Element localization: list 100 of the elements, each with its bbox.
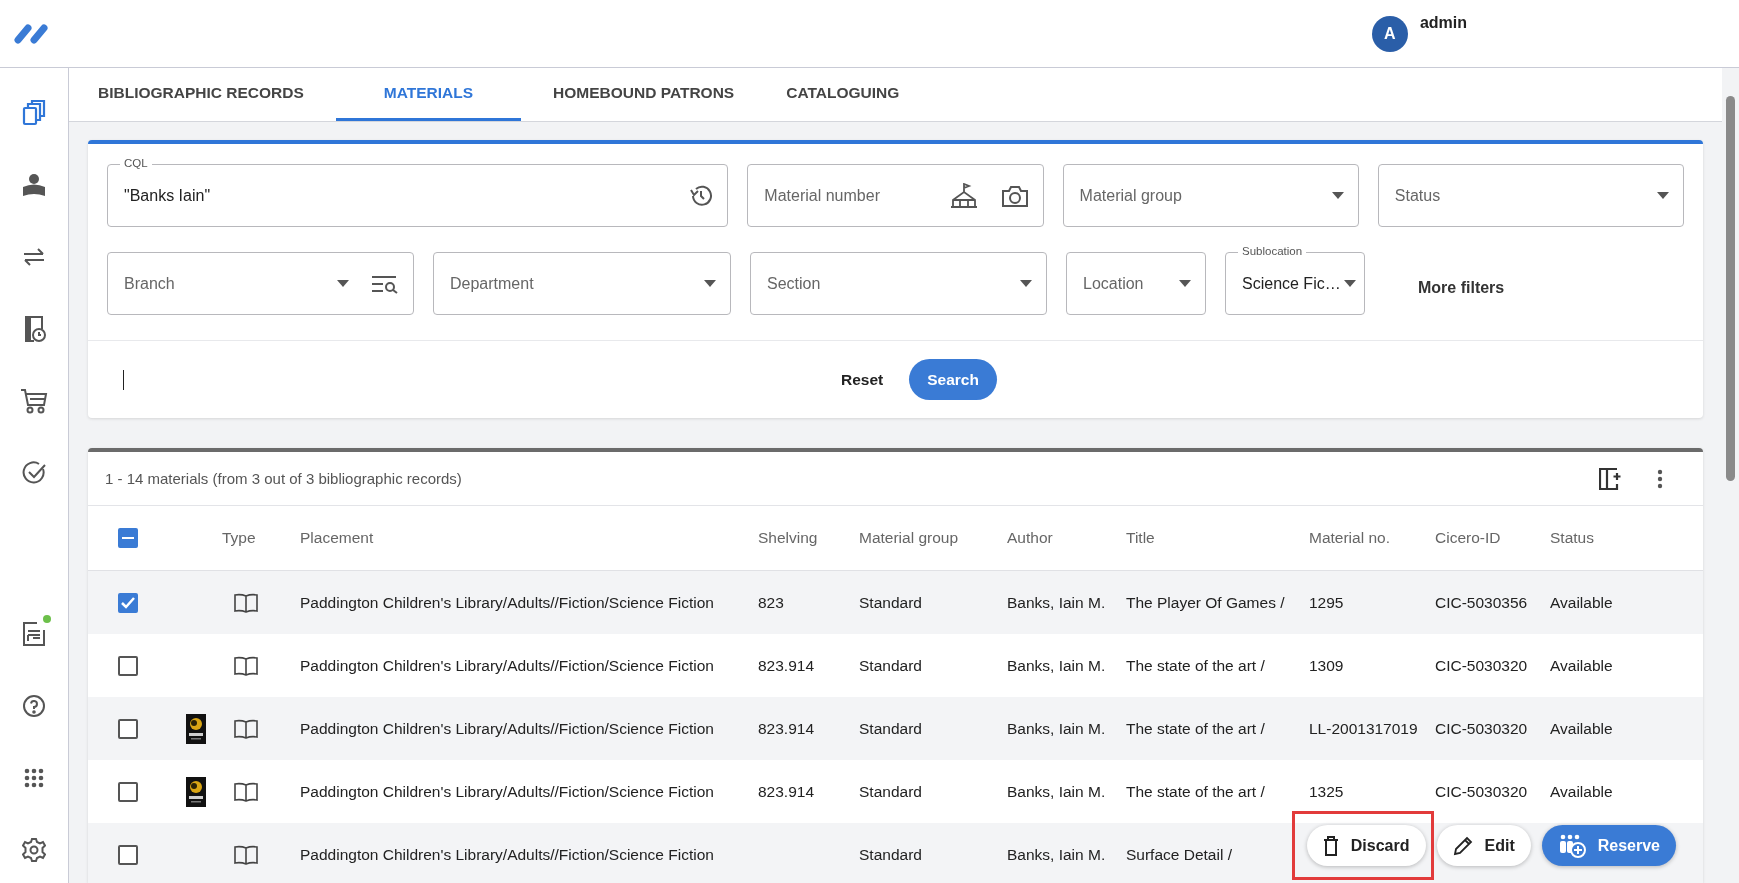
filter-search-icon[interactable] [371, 273, 399, 294]
results-summary: 1 - 14 materials (from 3 out of 3 bibliographic records) [105, 470, 462, 487]
table-cell: 823.914 [758, 719, 815, 737]
column-header[interactable]: Material no. [1309, 529, 1435, 547]
user-name[interactable]: admin [1419, 13, 1467, 32]
help-icon [22, 694, 46, 718]
tab[interactable]: CATALOGUING [766, 68, 920, 121]
table-row[interactable]: Paddington Children's Library/Adults//Fiction/Science Fiction 823 Standard Banks, Iain M. The Player Of Games / 1295 CIC-5030356 Available [88, 571, 1703, 634]
discard-button[interactable]: Discard [1306, 825, 1426, 866]
pencil-icon [1452, 835, 1473, 856]
field-placeholder: Material group [1079, 186, 1182, 205]
table-cell: Paddington Children's Library/Adults//Fiction/Science Fiction [300, 593, 714, 611]
tab[interactable]: MATERIALS [335, 68, 522, 121]
table-row[interactable]: Paddington Children's Library/Adults//Fiction/Science Fiction 823.914 Standard Banks, Iain M. The state of the art / 1325 CIC-5030320 Available [88, 760, 1703, 823]
table-cell: The state of the art / [1126, 719, 1265, 737]
table-cell: CIC-5030356 [1435, 593, 1528, 611]
dropdown-caret-icon [337, 280, 349, 287]
book-icon [234, 592, 258, 613]
row-checkbox[interactable] [118, 655, 138, 676]
table-cell: CIC-5030320 [1435, 782, 1528, 800]
table-cell: Available [1550, 593, 1613, 611]
table-cell: Banks, Iain M. [1007, 719, 1106, 737]
column-header[interactable]: Placement [300, 529, 758, 547]
table-cell: Banks, Iain M. [1007, 593, 1106, 611]
row-checkbox[interactable] [118, 592, 138, 613]
field-placeholder: Department [450, 274, 534, 293]
field-placeholder: Location [1083, 274, 1144, 293]
dropdown-caret-icon [1657, 192, 1669, 199]
scrollbar[interactable] [1722, 68, 1739, 883]
table-cell: The state of the art / [1126, 656, 1265, 674]
table-cell: 1309 [1309, 656, 1344, 674]
field-placeholder: Status [1394, 186, 1441, 205]
field-placeholder: Material number [764, 186, 880, 205]
field-label: Sublocation [1238, 245, 1307, 257]
table-cell: Paddington Children's Library/Adults//Fiction/Science Fiction [300, 845, 714, 863]
swap-icon [22, 248, 46, 266]
table-cell: Paddington Children's Library/Adults//Fiction/Science Fiction [300, 719, 714, 737]
more-filters-button[interactable]: More filters [1402, 274, 1521, 301]
book-clock-icon [22, 315, 46, 343]
reset-button[interactable]: Reset [829, 362, 896, 397]
dropdown-caret-icon [1344, 280, 1356, 287]
history-icon[interactable] [689, 183, 714, 208]
column-header[interactable]: Cicero-ID [1435, 529, 1550, 547]
field-placeholder: Branch [124, 274, 175, 293]
reserve-button[interactable]: Reserve [1541, 825, 1676, 866]
trash-icon [1322, 835, 1339, 856]
table-cell: 823.914 [758, 782, 815, 800]
table-cell: The state of the art / [1126, 782, 1265, 800]
people-add-icon [1557, 833, 1586, 858]
settings-icon [22, 838, 46, 862]
table-cell: 823.914 [758, 656, 815, 674]
table-cell: Paddington Children's Library/Adults//Fiction/Science Fiction [300, 656, 714, 674]
report-icon [23, 622, 45, 646]
row-checkbox[interactable] [118, 718, 138, 739]
book-icon [234, 781, 258, 802]
column-add-icon[interactable] [1599, 467, 1623, 490]
table-cell: Standard [859, 719, 922, 737]
dropdown-caret-icon [704, 280, 716, 287]
table-cell: Banks, Iain M. [1007, 782, 1106, 800]
table-cell: The Player Of Games / [1126, 593, 1285, 611]
dropdown-caret-icon [1179, 280, 1191, 287]
books-icon [22, 100, 46, 126]
column-header[interactable]: Shelving [758, 529, 859, 547]
text-cursor [123, 369, 124, 390]
table-cell: Available [1550, 656, 1613, 674]
dropdown-caret-icon [1020, 280, 1032, 287]
tab[interactable]: BIBLIOGRAPHIC RECORDS [78, 68, 324, 121]
apps-grid-icon [24, 768, 44, 788]
check-circle-icon [22, 461, 46, 485]
column-header[interactable]: Status [1550, 529, 1703, 547]
tab[interactable]: HOMEBOUND PATRONS [533, 68, 755, 121]
column-header[interactable]: Title [1126, 529, 1309, 547]
table-row[interactable]: Paddington Children's Library/Adults//Fiction/Science Fiction 823.914 Standard Banks, Iain M. The state of the art / LL-2001317019 CIC-5030320 Available [88, 697, 1703, 760]
edit-button[interactable]: Edit [1436, 825, 1531, 866]
table-row[interactable]: Paddington Children's Library/Adults//Fiction/Science Fiction 823.914 Standard Banks, Iain M. The state of the art / 1309 CIC-5030320 Available [88, 634, 1703, 697]
table-cell: Surface Detail / [1126, 845, 1232, 863]
table-cell: Paddington Children's Library/Adults//Fiction/Science Fiction [300, 782, 714, 800]
row-checkbox[interactable] [118, 781, 138, 802]
more-options-icon[interactable] [1657, 468, 1663, 489]
select-all-checkbox[interactable] [118, 528, 138, 548]
camera-icon[interactable] [1000, 183, 1029, 208]
table-cell: LL-2001317019 [1309, 719, 1418, 737]
table-cell: Standard [859, 656, 922, 674]
table-cell: 823 [758, 593, 784, 611]
table-cell: Available [1550, 782, 1613, 800]
column-header[interactable]: Author [1007, 529, 1126, 547]
user-avatar[interactable]: A [1371, 15, 1408, 52]
column-header[interactable]: Material group [859, 529, 1007, 547]
field-value: Science Fic… [1242, 274, 1341, 293]
row-checkbox[interactable] [118, 844, 138, 865]
column-header[interactable]: Type [222, 529, 300, 547]
search-button[interactable]: Search [909, 359, 997, 400]
table-cell: Banks, Iain M. [1007, 656, 1106, 674]
table-cell: Available [1550, 719, 1613, 737]
tent-icon[interactable] [948, 182, 979, 209]
book-icon [234, 844, 258, 865]
reader-icon [21, 172, 47, 198]
book-icon [234, 655, 258, 676]
field-label: CQL [120, 157, 152, 169]
table-cell: Standard [859, 782, 922, 800]
